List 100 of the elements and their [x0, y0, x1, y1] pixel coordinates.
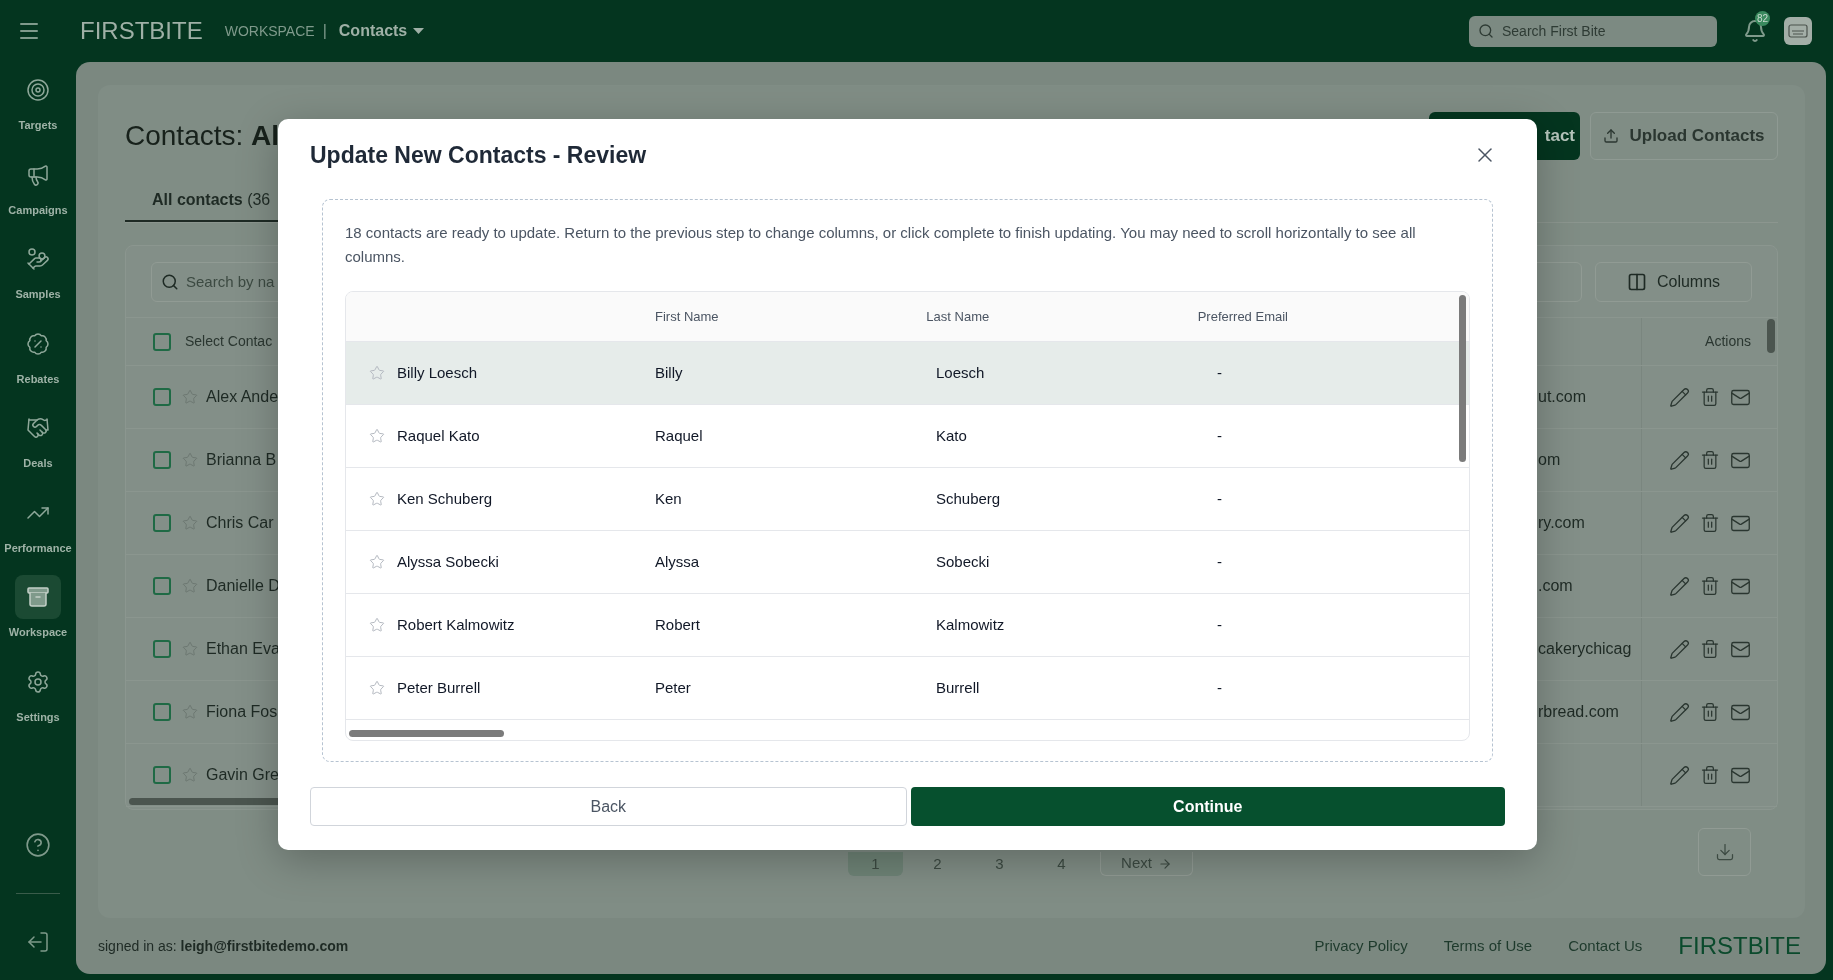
- columns-icon: [1626, 271, 1647, 292]
- sidebar-item[interactable]: Deals: [0, 406, 76, 472]
- column-header: First Name: [655, 307, 720, 326]
- settings-icon: [26, 669, 50, 694]
- table-cell-text: -: [1217, 362, 1223, 383]
- sidebar-item[interactable]: Rebates: [0, 321, 76, 387]
- table-cell-text: Burrell: [936, 677, 981, 698]
- star-icon[interactable]: [369, 617, 385, 633]
- contact-name: Raquel Kato: [397, 425, 480, 446]
- table-cell-text: -: [1217, 614, 1223, 635]
- star-icon[interactable]: [369, 554, 385, 570]
- checkbox[interactable]: [153, 766, 171, 784]
- notification-badge: 82: [1755, 11, 1771, 26]
- column-header: Preferred Email: [1197, 307, 1289, 326]
- store-logo-icon: [1788, 23, 1808, 39]
- delete-icon[interactable]: [1700, 576, 1720, 596]
- checkbox[interactable]: [153, 388, 171, 406]
- table-row[interactable]: Billy Loesch Billy Loesch -: [346, 342, 1469, 405]
- page-title: Contacts: Al: [125, 119, 280, 153]
- delete-icon[interactable]: [1700, 639, 1720, 659]
- table-cell-text: -: [1217, 551, 1223, 572]
- edit-icon[interactable]: [1669, 701, 1690, 723]
- sidebar-item[interactable]: Workspace: [0, 575, 76, 641]
- percent-badge-icon: [26, 331, 50, 356]
- signed-in-text: signed in as: leigh@firstbitedemo.com: [98, 936, 349, 956]
- logo: FIRSTBITE: [80, 16, 203, 46]
- checkbox[interactable]: [153, 703, 171, 721]
- arrow-right-icon: [1157, 856, 1172, 871]
- scrollbar[interactable]: [1459, 295, 1466, 462]
- megaphone-icon: [26, 162, 50, 187]
- star-icon[interactable]: [369, 428, 385, 444]
- contact-name: Ken Schuberg: [397, 488, 493, 509]
- delete-icon[interactable]: [1700, 765, 1720, 785]
- upload-contacts-button[interactable]: Upload Contacts: [1590, 112, 1778, 160]
- footer-link[interactable]: Privacy Policy: [1314, 934, 1408, 958]
- help-icon[interactable]: [25, 832, 51, 858]
- contact-name: Robert Kalmowitz: [397, 614, 515, 635]
- scrollbar[interactable]: [1767, 319, 1775, 353]
- edit-icon[interactable]: [1669, 386, 1690, 408]
- column-header: Select Contac: [185, 332, 273, 351]
- table-cell-text: Robert: [655, 614, 702, 635]
- delete-icon[interactable]: [1700, 387, 1720, 407]
- edit-icon[interactable]: [1669, 575, 1690, 597]
- download-icon: [1714, 842, 1735, 862]
- delete-icon[interactable]: [1700, 702, 1720, 722]
- edit-icon[interactable]: [1669, 764, 1690, 786]
- checkbox[interactable]: [153, 640, 171, 658]
- separator: |: [322, 21, 327, 41]
- dialog-title: Update New Contacts - Review: [310, 140, 647, 170]
- avatar[interactable]: [1784, 17, 1812, 45]
- search-field[interactable]: Search First Bite: [1469, 15, 1717, 47]
- logout-icon[interactable]: [26, 930, 50, 954]
- contact-name: Chris Car: [206, 513, 274, 533]
- sidebar-item[interactable]: Samples: [0, 237, 76, 303]
- search-icon: [161, 272, 179, 291]
- contact-name: Alex Ande: [206, 387, 279, 407]
- table-cell-text: -: [1217, 488, 1223, 509]
- download-button[interactable]: [1698, 828, 1751, 876]
- sidebar-item[interactable]: Performance: [0, 490, 76, 556]
- table-cell-text: -: [1217, 425, 1223, 446]
- column-header: Last Name: [926, 307, 991, 326]
- footer-logo: FIRSTBITE: [1678, 931, 1801, 961]
- contact-name: Peter Burrell: [397, 677, 481, 698]
- checkbox[interactable]: [153, 332, 171, 351]
- scrollbar[interactable]: [349, 730, 504, 737]
- checkbox[interactable]: [153, 451, 171, 469]
- delete-icon[interactable]: [1700, 450, 1720, 470]
- star-icon[interactable]: [369, 680, 385, 696]
- footer-link[interactable]: Terms of Use: [1443, 934, 1533, 958]
- table-cell-text: Raquel: [655, 425, 704, 446]
- search-icon: [1478, 22, 1494, 39]
- edit-icon[interactable]: [1669, 512, 1690, 534]
- email-text: .com: [1538, 577, 1573, 594]
- back-button[interactable]: Back: [310, 787, 907, 826]
- table-cell-text: Peter: [655, 677, 692, 698]
- footer-link[interactable]: Contact Us: [1568, 934, 1643, 958]
- table-cell-text: -: [1217, 677, 1223, 698]
- checkbox[interactable]: [153, 577, 171, 595]
- target-icon: [26, 78, 50, 102]
- table-cell-text: Alyssa: [655, 551, 701, 572]
- contact-name: Fiona Fos: [206, 702, 278, 722]
- table-cell-text: Kalmowitz: [936, 614, 1006, 635]
- page-dropdown[interactable]: Contacts: [338, 19, 425, 43]
- email-text: ry.com: [1538, 514, 1585, 531]
- checkbox[interactable]: [153, 514, 171, 532]
- star-icon[interactable]: [369, 491, 385, 507]
- continue-button[interactable]: Continue: [910, 787, 1505, 826]
- sidebar-item[interactable]: Settings: [0, 659, 76, 725]
- star-icon[interactable]: [369, 365, 385, 381]
- edit-icon[interactable]: [1669, 638, 1690, 660]
- edit-icon[interactable]: [1669, 449, 1690, 471]
- delete-icon[interactable]: [1700, 513, 1720, 533]
- column-header: Actions: [1705, 332, 1751, 351]
- sidebar-item[interactable]: Campaigns: [0, 152, 76, 218]
- sidebar-item[interactable]: Targets: [0, 68, 76, 134]
- table-cell-text: Schuberg: [936, 488, 1002, 509]
- email-text: rbread.com: [1538, 703, 1619, 720]
- columns-button[interactable]: Columns: [1595, 261, 1752, 302]
- archive-icon: [26, 585, 50, 609]
- table-cell-text: Kato: [936, 425, 968, 446]
